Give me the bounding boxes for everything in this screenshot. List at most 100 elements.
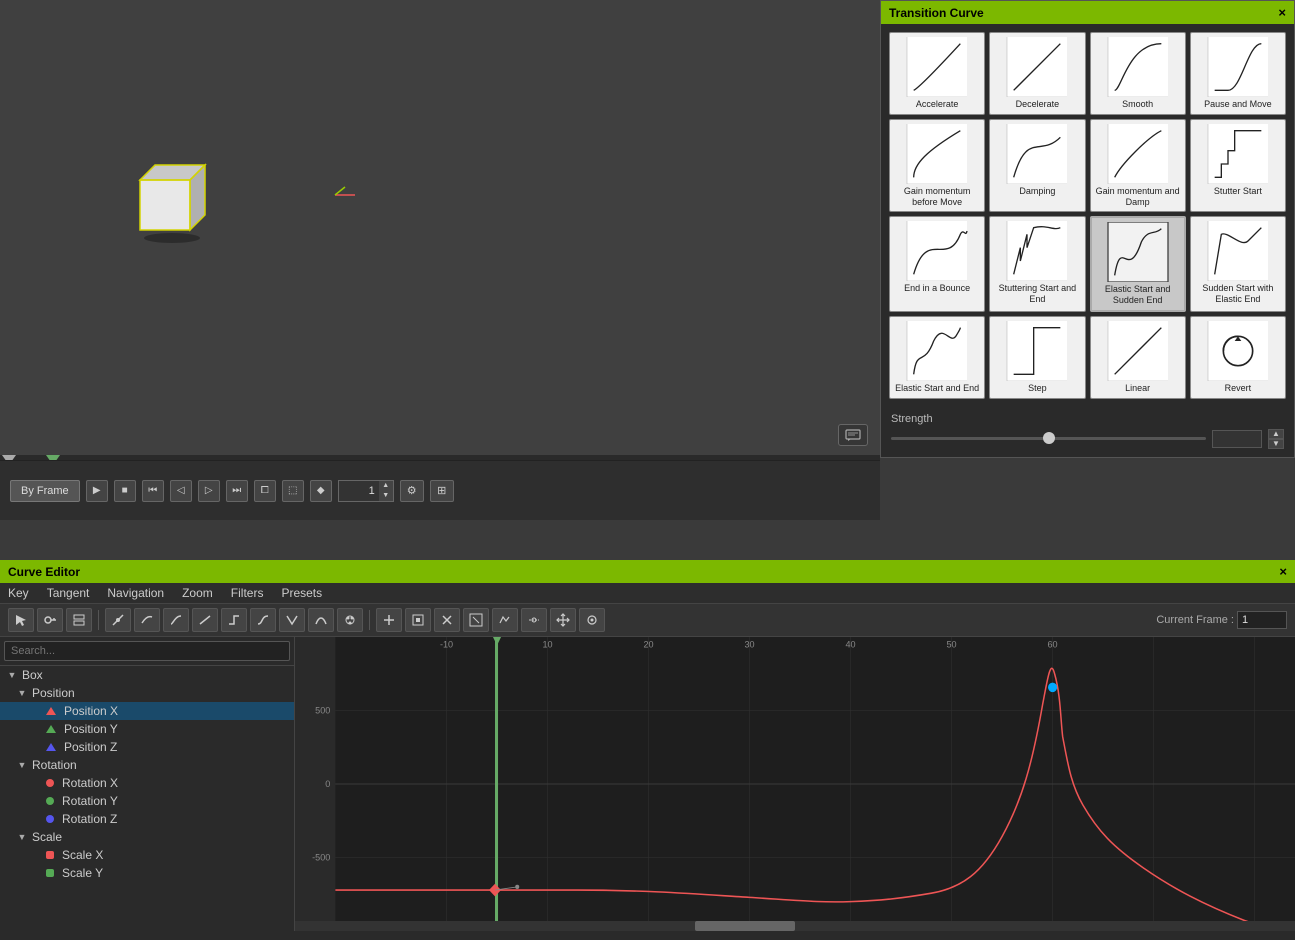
rotation-x-indicator xyxy=(46,779,54,787)
curve-item-end-in-a-bounce[interactable]: End in a Bounce xyxy=(889,216,985,312)
frame-up-button[interactable]: ▲ xyxy=(379,481,393,491)
menu-presets[interactable]: Presets xyxy=(281,586,322,600)
tree-label-scale-y: Scale Y xyxy=(62,866,103,880)
expand-box: ▼ xyxy=(6,669,18,681)
horizontal-scrollbar[interactable] xyxy=(295,921,1295,931)
tree-item-rotation[interactable]: ▼ Rotation xyxy=(0,756,294,774)
key-button[interactable]: ◆ xyxy=(310,480,332,502)
curve-item-elastic-start-and-end[interactable]: Elastic Start and End xyxy=(889,316,985,399)
current-frame-input[interactable]: 1 xyxy=(1237,611,1287,629)
tangent-free-tool[interactable] xyxy=(105,608,131,632)
tree-item-scale[interactable]: ▼ Scale xyxy=(0,828,294,846)
key-tool[interactable] xyxy=(37,608,63,632)
stop-button[interactable]: ■ xyxy=(114,480,136,502)
curve-item-sudden-start-with-elastic-end[interactable]: Sudden Start with Elastic End xyxy=(1190,216,1286,312)
to-start-button[interactable]: ⏮ xyxy=(142,480,164,502)
strength-up-button[interactable]: ▲ xyxy=(1268,429,1284,439)
scrollbar-thumb[interactable] xyxy=(695,921,795,931)
curve-editor-close-button[interactable]: × xyxy=(1279,564,1287,579)
tree-item-box[interactable]: ▼ Box xyxy=(0,666,294,684)
curve-item-smooth[interactable]: Smooth xyxy=(1090,32,1186,115)
curve-item-pause-and-move[interactable]: Pause and Move xyxy=(1190,32,1286,115)
curve-item-linear[interactable]: Linear xyxy=(1090,316,1186,399)
strength-down-button[interactable]: ▼ xyxy=(1268,439,1284,449)
tree-label-rotation-y: Rotation Y xyxy=(62,794,118,808)
tree-item-rotation-x[interactable]: Rotation X xyxy=(0,774,294,792)
prev-frame-button[interactable]: ◁ xyxy=(170,480,192,502)
svg-text:30: 30 xyxy=(744,639,754,649)
curve-canvas-area[interactable]: 500 0 -500 -10 10 20 30 40 50 60 xyxy=(295,637,1295,931)
frame-selected-tool[interactable] xyxy=(405,608,431,632)
menu-zoom[interactable]: Zoom xyxy=(182,586,213,600)
menu-navigation[interactable]: Navigation xyxy=(107,586,164,600)
strength-row: ▲ ▼ xyxy=(891,429,1284,449)
curve-item-step[interactable]: Step xyxy=(989,316,1085,399)
view-tool[interactable] xyxy=(579,608,605,632)
tangent-curve-tool[interactable] xyxy=(308,608,334,632)
curve-item-gain-momentum-and-damp[interactable]: Gain momentum and Damp xyxy=(1090,119,1186,213)
select-tool[interactable] xyxy=(8,608,34,632)
normalize-tool[interactable] xyxy=(492,608,518,632)
menu-tangent[interactable]: Tangent xyxy=(47,586,90,600)
tangent-linear-tool[interactable] xyxy=(192,608,218,632)
tree-item-scale-x[interactable]: Scale X xyxy=(0,846,294,864)
tree-item-position[interactable]: ▼ Position xyxy=(0,684,294,702)
delete-key-tool[interactable] xyxy=(434,608,460,632)
tree-item-scale-y[interactable]: Scale Y xyxy=(0,864,294,882)
tree-label-scale-x: Scale X xyxy=(62,848,103,862)
svg-text:500: 500 xyxy=(315,705,330,715)
next-frame-button[interactable]: ▷ xyxy=(198,480,220,502)
curve-item-gain-momentum-before-move[interactable]: Gain momentum before Move xyxy=(889,119,985,213)
strength-input[interactable] xyxy=(1212,430,1262,448)
curve-item-stutter-start[interactable]: Stutter Start xyxy=(1190,119,1286,213)
comment-button[interactable] xyxy=(838,424,868,446)
svg-text:-500: -500 xyxy=(312,852,330,862)
snap-tool[interactable] xyxy=(521,608,547,632)
tree-item-position-y[interactable]: Position Y xyxy=(0,720,294,738)
weights-tool[interactable] xyxy=(337,608,363,632)
tree-item-position-x[interactable]: Position X xyxy=(0,702,294,720)
tree-label-scale: Scale xyxy=(32,830,62,844)
tree-label-position-z: Position Z xyxy=(64,740,117,754)
menu-filters[interactable]: Filters xyxy=(231,586,264,600)
to-end-button[interactable]: ⏭ xyxy=(226,480,248,502)
timeline-controls: By Frame ▶ ■ ⏮ ◁ ▷ ⏭ ⧠ ⬚ ◆ 1 ▲ ▼ ⚙ ⊞ xyxy=(0,460,880,520)
layer-tool[interactable] xyxy=(66,608,92,632)
tree-item-rotation-y[interactable]: Rotation Y xyxy=(0,792,294,810)
curve-item-revert[interactable]: Revert xyxy=(1190,316,1286,399)
tangent-smooth-tool[interactable] xyxy=(163,608,189,632)
strength-section: Strength ▲ ▼ xyxy=(881,407,1294,457)
tangent-broken-tool[interactable] xyxy=(134,608,160,632)
curve-item-stuttering-start-and-end[interactable]: Stuttering Start and End xyxy=(989,216,1085,312)
settings-button[interactable]: ⚙ xyxy=(400,480,424,502)
play-button[interactable]: ▶ xyxy=(86,480,108,502)
curve-item-decelerate[interactable]: Decelerate xyxy=(989,32,1085,115)
frame-all-tool[interactable] xyxy=(463,608,489,632)
search-input[interactable] xyxy=(4,641,290,661)
tangent-step-tool[interactable] xyxy=(221,608,247,632)
curve-item-elastic-start-and-sudden-end[interactable]: Elastic Start and Sudden End xyxy=(1090,216,1186,312)
expand-button[interactable]: ⊞ xyxy=(430,480,454,502)
curve-item-damping[interactable]: Damping xyxy=(989,119,1085,213)
add-key-tool[interactable] xyxy=(376,608,402,632)
expand-position: ▼ xyxy=(16,687,28,699)
crosshair xyxy=(330,185,360,205)
frame-down-button[interactable]: ▼ xyxy=(379,491,393,501)
clip-button[interactable]: ⧠ xyxy=(254,480,276,502)
tangent-ease-tool[interactable] xyxy=(250,608,276,632)
tree-item-rotation-z[interactable]: Rotation Z xyxy=(0,810,294,828)
frame-input[interactable]: 1 xyxy=(339,483,379,499)
ripple-button[interactable]: ⬚ xyxy=(282,480,304,502)
position-z-indicator xyxy=(46,743,56,751)
curve-canvas-svg: 500 0 -500 -10 10 20 30 40 50 60 xyxy=(295,637,1295,931)
strength-slider[interactable] xyxy=(891,437,1206,440)
menu-key[interactable]: Key xyxy=(8,586,29,600)
by-frame-button[interactable]: By Frame xyxy=(10,480,80,502)
curve-item-accelerate[interactable]: Accelerate xyxy=(889,32,985,115)
pan-tool[interactable] xyxy=(550,608,576,632)
tangent-v-tool[interactable] xyxy=(279,608,305,632)
viewport-inner xyxy=(0,0,880,458)
tree-item-position-z[interactable]: Position Z xyxy=(0,738,294,756)
transition-close-button[interactable]: × xyxy=(1278,5,1286,20)
curve-editor-menubar: Key Tangent Navigation Zoom Filters Pres… xyxy=(0,583,1295,604)
